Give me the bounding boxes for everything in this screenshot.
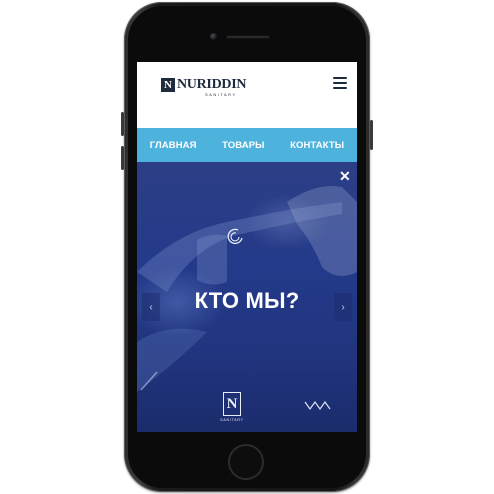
hero-title: КТО МЫ? (194, 288, 300, 313)
logo-mark-icon: N (161, 78, 175, 92)
power-button (370, 120, 373, 150)
front-camera-icon (210, 33, 217, 40)
logo-text-group: NURIDDIN SANITARY (177, 77, 247, 98)
volume-down-button (121, 146, 124, 170)
footer-logo-mark-icon: N (223, 392, 241, 416)
logo-text: NURIDDIN (177, 77, 247, 92)
main-nav: ГЛАВНАЯ ТОВАРЫ КОНТАКТЫ (137, 128, 357, 162)
loading-spinner-icon (227, 228, 243, 245)
hero-footer-logo: N SANITARY (220, 392, 244, 428)
wave-decor-icon (304, 400, 331, 411)
nav-item-products[interactable]: ТОВАРЫ (222, 140, 264, 151)
earpiece-speaker (226, 35, 270, 39)
phone-screen: N NURIDDIN SANITARY ГЛАВНАЯ ТОВАРЫ КОНТА… (137, 62, 357, 432)
home-button[interactable] (228, 444, 264, 480)
volume-up-button (121, 112, 124, 136)
nav-item-home[interactable]: ГЛАВНАЯ (150, 140, 197, 151)
site-logo[interactable]: N NURIDDIN SANITARY (161, 78, 246, 97)
hamburger-menu-icon[interactable] (333, 77, 347, 89)
close-icon[interactable]: ✕ (339, 169, 351, 183)
nav-item-contacts[interactable]: КОНТАКТЫ (290, 140, 344, 151)
footer-logo-text: SANITARY (220, 418, 244, 422)
site-header: N NURIDDIN SANITARY (137, 62, 357, 128)
logo-subtext: SANITARY (205, 92, 237, 97)
